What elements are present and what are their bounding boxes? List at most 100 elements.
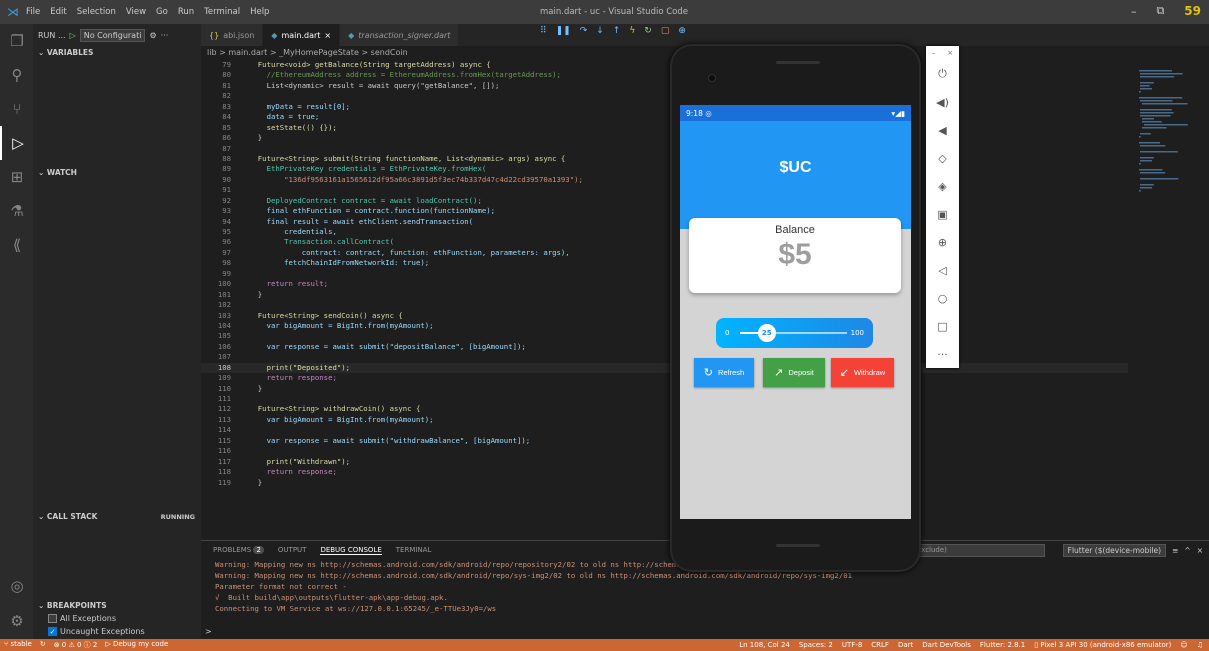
status-problems[interactable]: ⊗ 0 ⚠ 0 ⓘ 2 xyxy=(54,640,98,650)
line-number[interactable]: 100 xyxy=(201,279,231,289)
breakpoints-section[interactable]: ⌄ BREAKPOINTS xyxy=(34,599,201,613)
run-debug-icon[interactable]: ▷ xyxy=(0,126,34,160)
breadcrumb-item[interactable]: main.dart xyxy=(228,48,267,57)
line-number[interactable]: 93 xyxy=(201,206,231,216)
maximize-panel-icon[interactable]: ^ xyxy=(1184,546,1190,555)
minimize-icon[interactable]: – xyxy=(1131,5,1137,18)
menu-go[interactable]: Go xyxy=(156,7,168,17)
watch-section[interactable]: ⌄ WATCH xyxy=(34,166,201,180)
line-number[interactable]: 104 xyxy=(201,321,231,331)
line-number[interactable]: 108 xyxy=(201,363,231,373)
drag-handle-icon[interactable]: ⠿ xyxy=(540,26,547,36)
restore-icon[interactable]: ⧉ xyxy=(1156,4,1164,18)
line-number[interactable]: 87 xyxy=(201,144,231,154)
line-number[interactable]: 86 xyxy=(201,133,231,143)
breadcrumb-item[interactable]: lib xyxy=(207,48,217,57)
line-number[interactable]: 94 xyxy=(201,217,231,227)
settings-gear-icon[interactable]: ⚙ xyxy=(0,604,34,638)
more-icon[interactable]: ··· xyxy=(161,31,169,40)
close-icon[interactable]: × xyxy=(324,31,331,40)
line-number[interactable]: 105 xyxy=(201,331,231,341)
step-out-icon[interactable]: ↑ xyxy=(613,26,621,36)
tab-output[interactable]: OUTPUT xyxy=(278,546,307,554)
line-number[interactable]: 103 xyxy=(201,311,231,321)
clear-console-icon[interactable]: ≡ xyxy=(1172,546,1178,555)
hot-reload-icon[interactable]: ϟ xyxy=(629,26,635,36)
gear-icon[interactable]: ⚙ xyxy=(149,31,156,40)
breadcrumb-item[interactable]: sendCoin xyxy=(371,48,408,57)
config-select[interactable]: No Configurati xyxy=(79,28,146,42)
line-number[interactable]: 113 xyxy=(201,415,231,425)
step-over-icon[interactable]: ↷ xyxy=(580,26,588,36)
line-number[interactable]: 89 xyxy=(201,164,231,174)
line-number[interactable]: 98 xyxy=(201,258,231,268)
line-number[interactable]: 107 xyxy=(201,352,231,362)
line-number[interactable]: 97 xyxy=(201,248,231,258)
pause-icon[interactable]: ❚❚ xyxy=(556,26,571,36)
tab-transaction-signer[interactable]: ◆ transaction_signer.dart xyxy=(340,24,460,46)
camera-icon[interactable]: ▣ xyxy=(926,200,959,228)
status-cursor-position[interactable]: Ln 108, Col 24 xyxy=(739,641,790,649)
tab-abi-json[interactable]: {} abi.json xyxy=(201,24,264,46)
line-number[interactable]: 96 xyxy=(201,237,231,247)
line-number[interactable]: 79 xyxy=(201,60,231,70)
volume-up-icon[interactable]: ◀) xyxy=(926,88,959,116)
menu-run[interactable]: Run xyxy=(178,7,194,17)
console-select[interactable]: Flutter ($(device-mobile) xyxy=(1062,544,1167,557)
breakpoint-uncaught-exceptions[interactable]: ✓ Uncaught Exceptions xyxy=(48,627,145,636)
overview-icon[interactable]: □ xyxy=(926,312,959,340)
line-number[interactable]: 112 xyxy=(201,404,231,414)
status-device[interactable]: ▯ Pixel 3 API 30 (android-x86 emulator) xyxy=(1034,641,1171,649)
notifications-icon[interactable]: ♫ xyxy=(1197,641,1203,649)
status-branch[interactable]: ⑂ stable xyxy=(4,640,32,650)
line-number[interactable]: 101 xyxy=(201,290,231,300)
line-number[interactable]: 111 xyxy=(201,394,231,404)
power-icon[interactable]: ⏻ xyxy=(926,60,959,88)
menu-terminal[interactable]: Terminal xyxy=(204,7,240,17)
console-filter-input[interactable]: exclude) xyxy=(913,544,1045,557)
tab-terminal[interactable]: TERMINAL xyxy=(396,546,432,554)
extensions-icon[interactable]: ⊞ xyxy=(0,160,34,194)
status-debug[interactable]: ▷ Debug my code xyxy=(105,640,168,650)
inspect-widget-icon[interactable]: ⊕ xyxy=(678,26,686,36)
search-icon[interactable]: ⚲ xyxy=(0,58,34,92)
source-control-icon[interactable]: ⑂ xyxy=(0,92,34,126)
checkbox[interactable] xyxy=(48,614,57,623)
line-number[interactable]: 80 xyxy=(201,70,231,80)
status-indent[interactable]: Spaces: 2 xyxy=(799,641,833,649)
menu-edit[interactable]: Edit xyxy=(50,7,66,17)
refresh-button[interactable]: ↻ Refresh xyxy=(694,358,754,387)
close-icon[interactable]: × xyxy=(947,49,953,57)
line-number[interactable]: 84 xyxy=(201,112,231,122)
tab-debug-console[interactable]: DEBUG CONSOLE xyxy=(320,546,382,555)
line-number[interactable]: 92 xyxy=(201,196,231,206)
line-number[interactable]: 118 xyxy=(201,467,231,477)
line-number[interactable]: 99 xyxy=(201,269,231,279)
menu-view[interactable]: View xyxy=(126,7,146,17)
start-debug-icon[interactable]: ▷ xyxy=(70,31,76,40)
volume-down-icon[interactable]: ◀ xyxy=(926,116,959,144)
status-language[interactable]: Dart xyxy=(898,641,913,649)
call-stack-section[interactable]: ⌄ CALL STACK RUNNING xyxy=(34,510,201,524)
line-number[interactable]: 91 xyxy=(201,185,231,195)
status-encoding[interactable]: UTF-8 xyxy=(842,641,862,649)
rotate-left-icon[interactable]: ◇ xyxy=(926,144,959,172)
restart-icon[interactable]: ↻ xyxy=(644,26,652,36)
status-devtools[interactable]: Dart DevTools xyxy=(922,641,971,649)
flutter-icon[interactable]: ⟪ xyxy=(0,228,34,262)
zoom-icon[interactable]: ⊕ xyxy=(926,228,959,256)
status-flutter-version[interactable]: Flutter: 2.8.1 xyxy=(980,641,1025,649)
line-number[interactable]: 102 xyxy=(201,300,231,310)
step-into-icon[interactable]: ↓ xyxy=(596,26,604,36)
testing-icon[interactable]: ⚗ xyxy=(0,194,34,228)
menu-selection[interactable]: Selection xyxy=(77,7,116,17)
menu-help[interactable]: Help xyxy=(250,7,269,17)
line-number[interactable]: 109 xyxy=(201,373,231,383)
line-number[interactable]: 85 xyxy=(201,123,231,133)
checkbox-checked[interactable]: ✓ xyxy=(48,627,57,636)
deposit-button[interactable]: ↗ Deposit xyxy=(763,358,825,387)
line-number[interactable]: 117 xyxy=(201,457,231,467)
line-number[interactable]: 115 xyxy=(201,436,231,446)
menu-file[interactable]: File xyxy=(26,7,40,17)
line-number[interactable]: 88 xyxy=(201,154,231,164)
